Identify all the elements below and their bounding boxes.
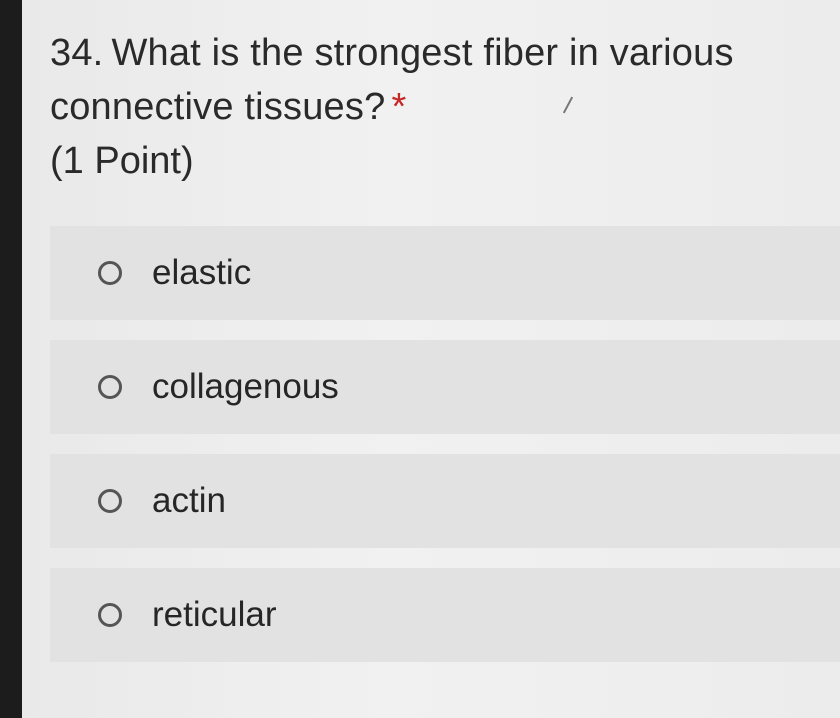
option-label: actin <box>152 481 226 520</box>
question-title: 34. What is the strongest fiber in variou… <box>50 26 820 134</box>
radio-circle-icon[interactable] <box>98 489 122 513</box>
radio-circle-icon[interactable] <box>98 375 122 399</box>
radio-circle-icon[interactable] <box>98 603 122 627</box>
radio-circle-icon[interactable] <box>98 261 122 285</box>
option-label: reticular <box>152 595 277 634</box>
required-marker: * <box>391 86 407 128</box>
option-elastic[interactable]: elastic <box>50 226 840 320</box>
form-screen: 34. What is the strongest fiber in variou… <box>22 0 840 718</box>
option-reticular[interactable]: reticular <box>50 568 840 662</box>
question-number: 34. <box>50 32 104 74</box>
option-label: collagenous <box>152 367 339 406</box>
option-collagenous[interactable]: collagenous <box>50 340 840 434</box>
question-points: (1 Point) <box>50 140 194 182</box>
option-label: elastic <box>152 253 252 292</box>
option-actin[interactable]: actin <box>50 454 840 548</box>
answer-options: elastic collagenous actin reticular <box>50 226 840 682</box>
